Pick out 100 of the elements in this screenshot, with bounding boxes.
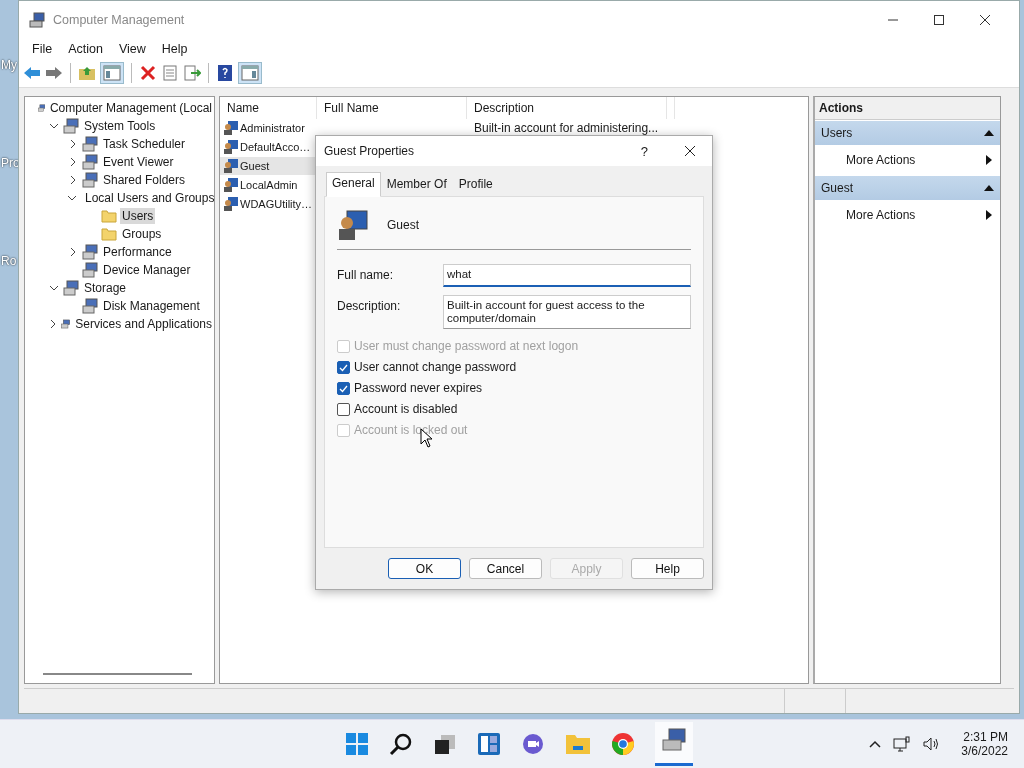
- column-header[interactable]: Full Name: [317, 97, 467, 119]
- tree-item[interactable]: Shared Folders: [101, 172, 188, 188]
- tree-item[interactable]: Disk Management: [101, 298, 202, 314]
- menu-item[interactable]: File: [25, 42, 60, 56]
- tree-item[interactable]: Users: [120, 208, 156, 224]
- snap-in-icon: [61, 316, 71, 332]
- section-header[interactable]: Guest: [815, 176, 1000, 200]
- help-button[interactable]: ?: [640, 143, 648, 159]
- input-field[interactable]: what: [443, 264, 691, 287]
- maximize-icon[interactable]: [933, 14, 945, 26]
- user-row[interactable]: Guest: [220, 156, 317, 175]
- computer-management-icon[interactable]: [661, 728, 687, 752]
- close-icon[interactable]: [979, 14, 991, 26]
- chat-icon[interactable]: [521, 732, 545, 756]
- clock-time[interactable]: 2:31 PM: [963, 730, 1008, 744]
- desktop-icon-label[interactable]: Pro: [1, 156, 20, 170]
- close-icon[interactable]: [684, 145, 696, 157]
- user-row[interactable]: LocalAdmin: [220, 175, 317, 194]
- tree-item[interactable]: Performance: [101, 244, 174, 260]
- user-row[interactable]: WDAGUtility…: [220, 194, 317, 213]
- horizontal-scrollbar[interactable]: [43, 673, 192, 675]
- tree-item[interactable]: Services and Applications: [73, 316, 214, 332]
- chevron-right-icon[interactable]: [48, 319, 58, 329]
- input-field[interactable]: Built-in account for guest access to the computer/domain: [443, 295, 691, 329]
- menu-item[interactable]: Action: [61, 42, 110, 56]
- collapse-icon[interactable]: [984, 130, 994, 136]
- tree-item[interactable]: Computer Management (Local: [47, 100, 214, 116]
- user-icon: [223, 176, 239, 193]
- action-pane-icon[interactable]: [238, 62, 262, 84]
- widgets-icon[interactable]: [477, 732, 501, 756]
- menu-item[interactable]: Help: [154, 42, 195, 56]
- snap-in-icon: [63, 118, 79, 134]
- snap-in-icon: [63, 280, 79, 296]
- tab[interactable]: Member Of: [380, 173, 453, 196]
- start-icon[interactable]: [345, 732, 369, 756]
- user-icon: [337, 209, 369, 241]
- action-link[interactable]: More Actions: [815, 145, 1000, 175]
- computer-icon: [29, 12, 45, 28]
- checkbox[interactable]: [337, 381, 350, 395]
- snap-in-icon: [82, 298, 98, 314]
- user-row[interactable]: Administrator: [220, 118, 317, 137]
- snap-in-icon: [82, 136, 98, 152]
- user-row[interactable]: DefaultAcco…: [220, 137, 317, 156]
- dialog-title: Guest Properties: [324, 144, 415, 158]
- console-tree-icon[interactable]: [100, 62, 124, 84]
- dialog-button[interactable]: Help: [631, 558, 704, 579]
- user-name: Guest: [387, 218, 419, 232]
- table-cell-text: Built-in account for administering...: [473, 120, 660, 135]
- tree-item[interactable]: Task Scheduler: [101, 136, 188, 152]
- column-header[interactable]: Name: [220, 97, 317, 119]
- clock-date[interactable]: 3/6/2022: [961, 744, 1008, 758]
- tree-item[interactable]: Groups: [120, 226, 164, 242]
- table-cell: Administrator: [240, 121, 305, 134]
- forward-arrow-icon[interactable]: [45, 65, 63, 81]
- search-icon[interactable]: [389, 732, 413, 756]
- column-header[interactable]: Description: [467, 97, 667, 119]
- user-icon: [223, 195, 239, 212]
- tab[interactable]: Profile: [452, 173, 499, 196]
- help-icon[interactable]: [216, 64, 234, 82]
- chevron-right-icon[interactable]: [68, 139, 78, 149]
- export-icon[interactable]: [183, 65, 201, 81]
- chevron-right-icon[interactable]: [68, 175, 78, 185]
- back-arrow-icon[interactable]: [23, 65, 41, 81]
- user-icon: [223, 138, 239, 155]
- folder-icon: [101, 227, 117, 241]
- task-view-icon[interactable]: [433, 732, 457, 756]
- chevron-down-icon[interactable]: [67, 193, 77, 203]
- checkbox[interactable]: [337, 402, 350, 416]
- table-cell: DefaultAcco…: [240, 140, 311, 153]
- table-cell: WDAGUtility…: [240, 197, 313, 210]
- checkbox-label: User must change password at next logon: [354, 339, 579, 353]
- snap-in-icon: [82, 172, 98, 188]
- chevron-down-icon[interactable]: [49, 121, 59, 131]
- action-link[interactable]: More Actions: [815, 200, 1000, 230]
- tree-item[interactable]: Event Viewer: [101, 154, 176, 170]
- table-cell: LocalAdmin: [240, 178, 298, 191]
- chevron-right-icon[interactable]: [68, 157, 78, 167]
- folder-up-icon[interactable]: [78, 65, 96, 81]
- user-icon: [223, 119, 239, 136]
- checkbox[interactable]: [337, 360, 350, 374]
- section-header[interactable]: Users: [815, 121, 1000, 145]
- tab[interactable]: General: [326, 172, 381, 197]
- dialog-button[interactable]: Cancel: [469, 558, 542, 579]
- tree-item[interactable]: Device Manager: [101, 262, 193, 278]
- tree-item[interactable]: System Tools: [82, 118, 158, 134]
- chevron-right-icon[interactable]: [68, 247, 78, 257]
- chevron-up-icon[interactable]: [869, 740, 882, 748]
- submenu-arrow-icon: [986, 210, 992, 220]
- browser-icon[interactable]: [611, 732, 635, 756]
- chevron-down-icon[interactable]: [49, 283, 59, 293]
- menu-item[interactable]: View: [111, 42, 153, 56]
- actions-header: Actions: [815, 97, 1000, 120]
- network-icon[interactable]: [893, 736, 912, 752]
- tree-item[interactable]: Local Users and Groups: [83, 190, 214, 206]
- collapse-icon[interactable]: [984, 185, 994, 191]
- snap-in-icon: [82, 154, 98, 170]
- dialog-button[interactable]: OK: [388, 558, 461, 579]
- folder-icon[interactable]: [565, 732, 591, 756]
- delete-icon[interactable]: [139, 65, 157, 81]
- tree-item[interactable]: Storage: [82, 280, 129, 296]
